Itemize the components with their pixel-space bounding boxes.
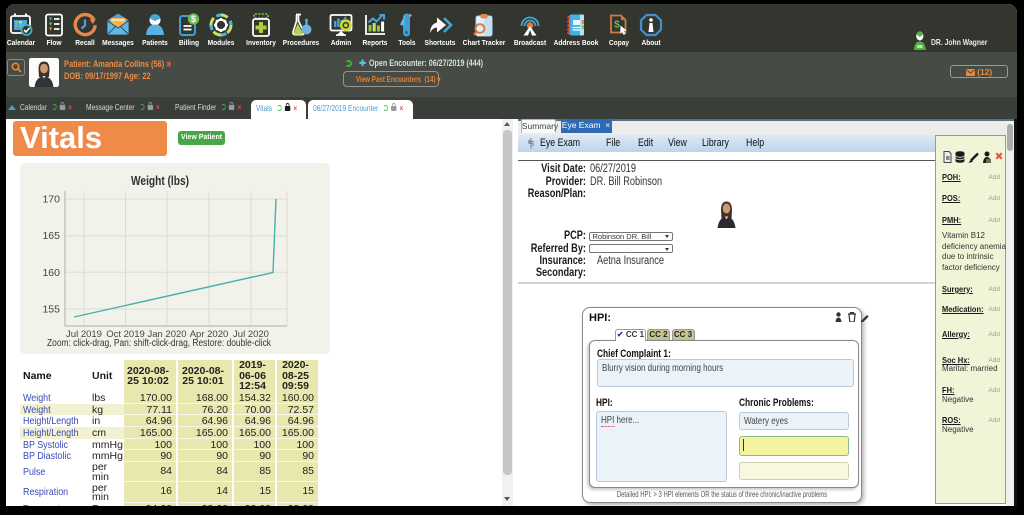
svg-text:Zoom: click-drag, Pan: shift-c: Zoom: click-drag, Pan: shift-click-drag,…	[47, 337, 272, 349]
svg-text:MB: MB	[917, 44, 923, 50]
svg-text:170: 170	[42, 194, 60, 206]
svg-text:Weight (lbs): Weight (lbs)	[131, 173, 189, 188]
svg-text:155: 155	[42, 304, 60, 316]
svg-text:165: 165	[42, 230, 60, 242]
svg-text:160: 160	[42, 267, 60, 279]
